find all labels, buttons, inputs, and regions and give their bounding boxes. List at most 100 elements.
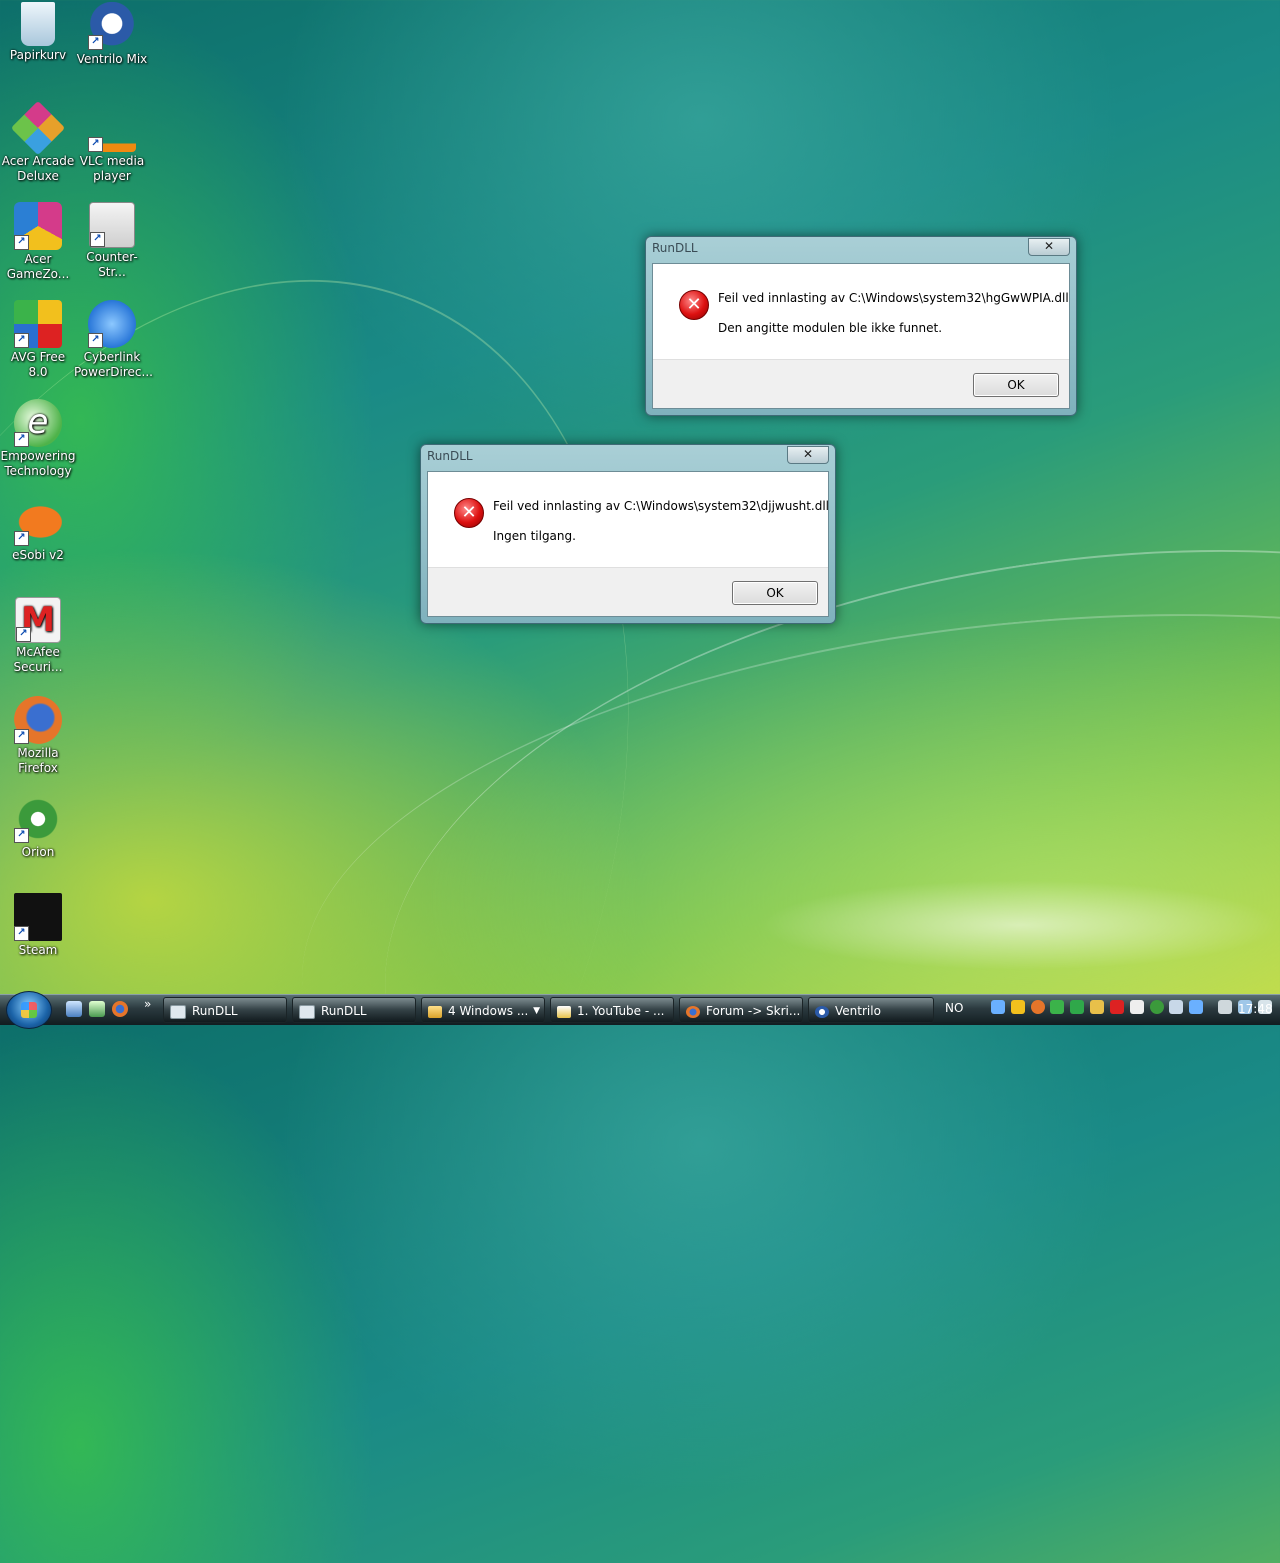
- error-detail: Ingen tilgang.: [493, 529, 576, 543]
- desktop-icon-label: Cyberlink PowerDirec...: [74, 350, 153, 379]
- e-logo-icon: e ↗: [14, 399, 62, 447]
- vlc-cone-icon: ↗: [88, 104, 136, 152]
- steam-icon: ↗: [14, 893, 62, 941]
- desktop-icon-label: AVG Free 8.0: [10, 350, 66, 379]
- fish-icon: ↗: [14, 498, 62, 546]
- close-button[interactable]: ✕: [787, 446, 829, 464]
- taskbar-button-rundll-1[interactable]: RunDLL: [163, 997, 287, 1023]
- desktop-icon-label: Steam: [18, 943, 58, 957]
- windows-logo-icon: [21, 1002, 37, 1018]
- desktop-icon-mcafee[interactable]: M ↗ McAfee Securi...: [0, 597, 76, 675]
- dialog-footer: OK: [653, 359, 1069, 408]
- firefox-icon: [686, 1005, 700, 1018]
- explorer-icon: [428, 1005, 442, 1018]
- desktop-icon-label: Acer GameZo...: [6, 252, 70, 281]
- arcade-icon: [10, 100, 66, 156]
- desktop-icon-avg[interactable]: ↗ AVG Free 8.0: [0, 300, 76, 380]
- shortcut-arrow-icon: ↗: [90, 232, 105, 247]
- rundll-dialog-2[interactable]: RunDLL ✕ ✕ Feil ved innlasting av C:\Win…: [420, 444, 836, 624]
- desktop-icon-label: Ventrilo Mix: [76, 52, 148, 66]
- director-chair-icon: ↗: [88, 300, 136, 348]
- desktop-icon-orion[interactable]: ↗ Orion: [0, 795, 76, 860]
- taskbar-button-label: Forum -> Skri...: [706, 1004, 801, 1018]
- desktop-icon-label: Orion: [21, 845, 55, 859]
- show-desktop-icon[interactable]: [66, 1001, 82, 1017]
- shortcut-arrow-icon: ↗: [14, 432, 29, 447]
- ok-button[interactable]: OK: [732, 581, 818, 605]
- desktop-icon-recycle-bin[interactable]: Papirkurv: [0, 2, 76, 63]
- desktop-icon-cyberlink[interactable]: ↗ Cyberlink PowerDirec...: [74, 300, 153, 380]
- error-icon: ✕: [679, 290, 709, 320]
- dialog-body: ✕ Feil ved innlasting av C:\Windows\syst…: [652, 263, 1070, 409]
- taskbar-button-label: Ventrilo: [835, 1004, 881, 1018]
- desktop-icon-esobi[interactable]: ↗ eSobi v2: [0, 498, 76, 563]
- desktop-icon-label: Papirkurv: [9, 48, 67, 62]
- system-tray: [990, 999, 1273, 1021]
- tray-hand-icon[interactable]: [1129, 999, 1144, 1014]
- desktop-icon-acer-gamezone[interactable]: ↗ Acer GameZo...: [0, 202, 76, 282]
- error-message: Feil ved innlasting av C:\Windows\system…: [493, 499, 829, 513]
- wallpaper-glow: [760, 880, 1280, 970]
- clock[interactable]: 17:48: [1238, 1002, 1273, 1016]
- taskbar-button-forum[interactable]: Forum -> Skri...: [679, 997, 803, 1023]
- headset-icon: ↗: [88, 2, 136, 50]
- desktop-icon-ventrilo-mix[interactable]: ↗ Ventrilo Mix: [74, 2, 150, 67]
- start-button[interactable]: [6, 991, 52, 1029]
- desktop-icon-label: eSobi v2: [12, 548, 64, 562]
- tray-folder-icon[interactable]: [1010, 999, 1025, 1014]
- desktop-icon-counter-strike[interactable]: ↗ Counter-Str...: [74, 202, 150, 280]
- taskbar-button-ventrilo[interactable]: Ventrilo: [808, 997, 934, 1023]
- desktop-icon-vlc[interactable]: ↗ VLC media player: [74, 104, 150, 184]
- error-icon: ✕: [454, 498, 484, 528]
- firefox-icon[interactable]: [112, 1001, 128, 1017]
- firefox-icon: ↗: [14, 696, 62, 744]
- taskbar-button-rundll-2[interactable]: RunDLL: [292, 997, 416, 1023]
- desktop-icon-steam[interactable]: ↗ Steam: [0, 893, 76, 958]
- desktop-icon-acer-arcade[interactable]: Acer Arcade Deluxe: [0, 100, 76, 184]
- taskbar-button-label: 4 Windows ...: [448, 1004, 529, 1018]
- rundll-dialog-1[interactable]: RunDLL ✕ ✕ Feil ved innlasting av C:\Win…: [645, 236, 1077, 416]
- tray-update-icon[interactable]: [1189, 999, 1204, 1014]
- window-icon: [170, 1004, 186, 1019]
- desktop-icon-label: Acer Arcade Deluxe: [1, 154, 75, 183]
- dialog-footer: OK: [428, 567, 828, 616]
- desktop-icon-label: McAfee Securi...: [13, 645, 63, 674]
- tray-network-users-icon[interactable]: [991, 999, 1005, 1014]
- orion-icon: ↗: [14, 795, 62, 843]
- tray-orion-icon[interactable]: [1149, 999, 1164, 1014]
- shortcut-arrow-icon: ↗: [16, 627, 31, 642]
- tray-power-icon[interactable]: [1218, 999, 1233, 1014]
- tray-firefox-icon[interactable]: [1030, 999, 1045, 1014]
- desktop-icon-empowering-technology[interactable]: e ↗ Empowering Technology: [0, 399, 76, 479]
- desktop-icon-label: Counter-Str...: [86, 250, 138, 279]
- desktop-icon-label: VLC media player: [79, 154, 145, 183]
- tray-shield-icon[interactable]: [1169, 999, 1184, 1014]
- taskbar-button-youtube[interactable]: 1. YouTube - ...: [550, 997, 674, 1023]
- avg-icon: ↗: [14, 300, 62, 348]
- ok-button[interactable]: OK: [973, 373, 1059, 397]
- tray-avg-icon[interactable]: [1050, 999, 1065, 1014]
- taskbar-button-label: 1. YouTube - ...: [577, 1004, 665, 1018]
- shortcut-arrow-icon: ↗: [88, 137, 103, 152]
- taskbar: » RunDLL RunDLL 4 Windows ... ▼ 1. YouTu…: [0, 991, 1280, 1029]
- desktop-icon-firefox[interactable]: ↗ Mozilla Firefox: [0, 696, 76, 776]
- quicklaunch-more-button[interactable]: »: [144, 997, 151, 1011]
- tray-pen-icon[interactable]: [1090, 999, 1105, 1014]
- dialog-title: RunDLL: [652, 241, 698, 255]
- error-detail: Den angitte modulen ble ikke funnet.: [718, 321, 943, 335]
- taskbar-button-explorer-group[interactable]: 4 Windows ... ▼: [421, 997, 545, 1023]
- window-icon: [299, 1004, 315, 1019]
- shortcut-arrow-icon: ↗: [88, 333, 103, 348]
- switch-windows-icon[interactable]: [89, 1001, 105, 1017]
- desktop-icon-label: Mozilla Firefox: [17, 746, 59, 775]
- ventrilo-icon: [815, 1005, 829, 1018]
- shortcut-arrow-icon: ↗: [88, 35, 103, 50]
- language-indicator[interactable]: NO: [945, 1001, 963, 1015]
- mcafee-icon: M ↗: [15, 597, 61, 643]
- youtube-icon: [557, 1005, 571, 1018]
- tray-monitor-icon[interactable]: [1070, 999, 1085, 1014]
- tray-mcafee-icon[interactable]: [1109, 999, 1124, 1014]
- close-button[interactable]: ✕: [1028, 238, 1070, 256]
- dialog-title: RunDLL: [427, 449, 473, 463]
- recycle-bin-icon: [21, 2, 55, 46]
